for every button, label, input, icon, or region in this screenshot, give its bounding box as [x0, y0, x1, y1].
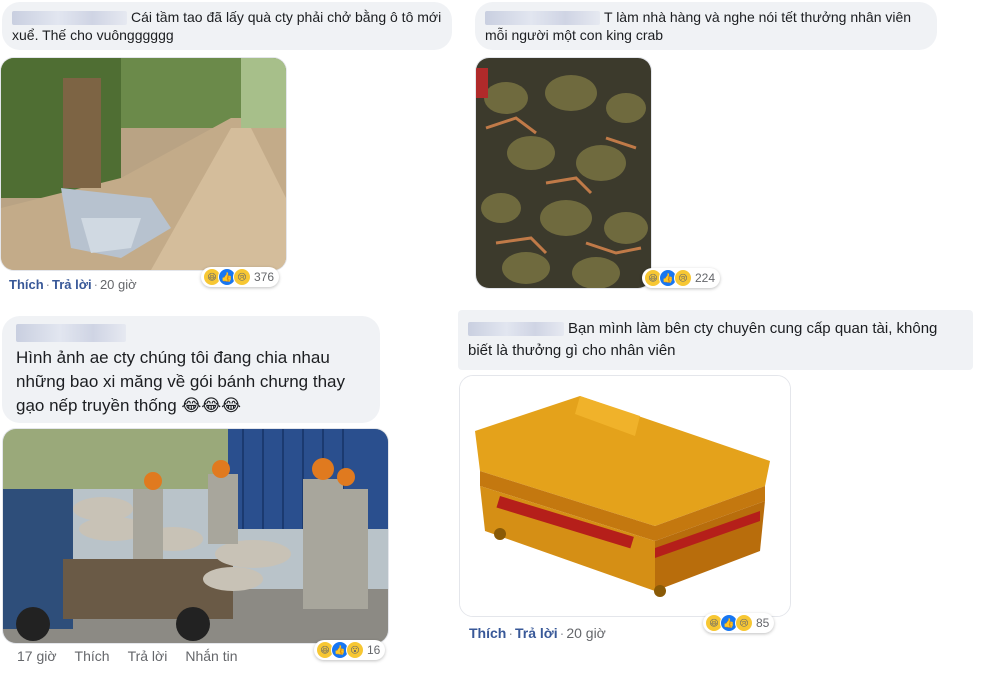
- reaction-count: 16: [367, 643, 381, 657]
- timestamp[interactable]: 20 giờ: [566, 625, 606, 641]
- like-link[interactable]: Thích: [9, 277, 44, 292]
- cement-workers-photo: [3, 429, 388, 643]
- comment-image-dirt-road[interactable]: [0, 57, 287, 271]
- comment-text-1: Cái tầm tao đã lấy quà cty phải chở bằng…: [12, 9, 442, 43]
- commenter-name-blurred[interactable]: [468, 322, 564, 337]
- reaction-summary-4[interactable]: 😆 👍 😢 85: [703, 613, 775, 633]
- comment-actions-4: Thích · Trả lời · 20 giờ: [469, 625, 606, 641]
- reply-link[interactable]: Trả lời: [52, 277, 92, 292]
- crabs-photo: [476, 58, 651, 288]
- sad-icon: 😢: [735, 614, 753, 632]
- comment-bubble-2: T làm nhà hàng và nghe nói tết thưởng nh…: [475, 2, 937, 50]
- commenter-name-blurred[interactable]: [12, 11, 127, 26]
- reply-link[interactable]: Trả lời: [128, 648, 168, 664]
- reaction-summary-1[interactable]: 😆 👍 😢 376: [201, 267, 280, 287]
- comment-image-crabs[interactable]: [475, 57, 652, 289]
- like-link[interactable]: Thích: [75, 648, 110, 664]
- reaction-count: 376: [254, 270, 275, 284]
- commenter-name-blurred[interactable]: [16, 324, 126, 342]
- comment-actions-3: 17 giờ Thích Trả lời Nhắn tin: [17, 648, 256, 664]
- comment-text-3: Hình ảnh ae cty chúng tôi đang chia nhau…: [16, 348, 345, 415]
- reaction-count: 224: [695, 271, 716, 285]
- reaction-summary-2[interactable]: 😆 👍 😢 224: [642, 268, 721, 288]
- like-link[interactable]: Thích: [469, 625, 506, 641]
- commenter-name-blurred[interactable]: [485, 11, 600, 26]
- message-link[interactable]: Nhắn tin: [185, 648, 237, 664]
- wow-icon: 😮: [346, 641, 364, 659]
- sad-icon: 😢: [233, 268, 251, 286]
- coffin-photo: [460, 376, 790, 616]
- comment-text-2: T làm nhà hàng và nghe nói tết thưởng nh…: [485, 9, 912, 43]
- comment-bubble-1: Cái tầm tao đã lấy quà cty phải chở bằng…: [2, 2, 452, 50]
- reaction-summary-3[interactable]: 😆 👍 😮 16: [314, 640, 386, 660]
- sad-icon: 😢: [674, 269, 692, 287]
- comment-bubble-4: Bạn mình làm bên cty chuyên cung cấp qua…: [458, 310, 973, 370]
- comment-text-4: Bạn mình làm bên cty chuyên cung cấp qua…: [468, 320, 938, 359]
- dirt-road-photo: [1, 58, 286, 270]
- comment-image-cement-bags[interactable]: [2, 428, 389, 644]
- commenter-name-row: [16, 324, 366, 346]
- timestamp[interactable]: 20 giờ: [100, 277, 137, 292]
- reply-link[interactable]: Trả lời: [515, 625, 558, 641]
- comment-actions-1: Thích · Trả lời · 20 giờ: [9, 277, 137, 292]
- comment-bubble-3: Hình ảnh ae cty chúng tôi đang chia nhau…: [2, 316, 380, 423]
- timestamp[interactable]: 17 giờ: [17, 648, 57, 664]
- reaction-count: 85: [756, 616, 770, 630]
- comment-image-coffin[interactable]: [459, 375, 791, 617]
